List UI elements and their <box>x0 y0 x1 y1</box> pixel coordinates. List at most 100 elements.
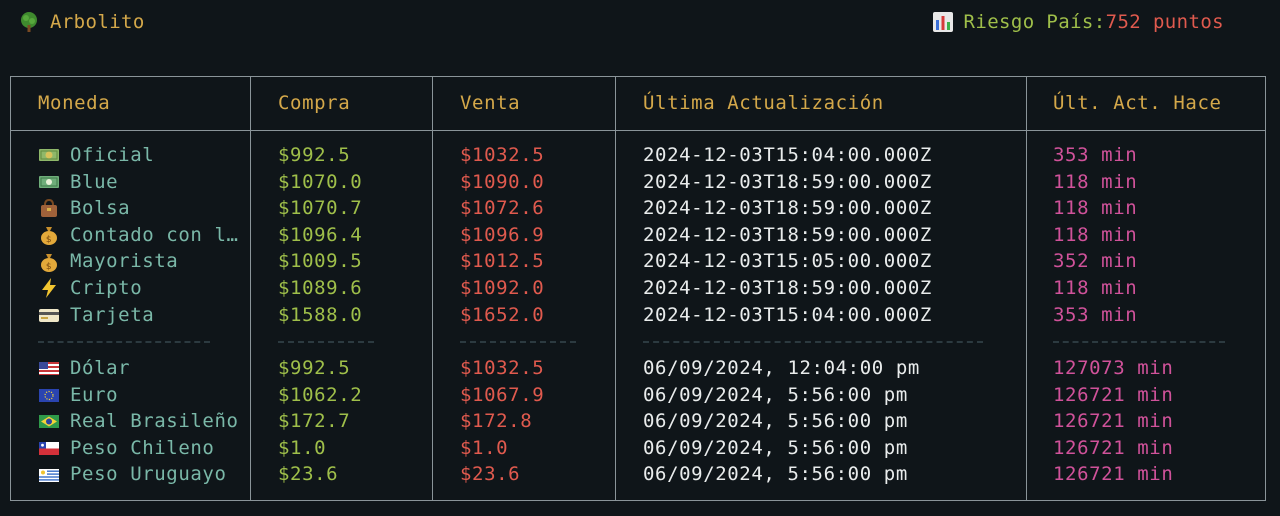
app-title-text: Arbolito <box>50 11 145 33</box>
buy-price: $1089.6 <box>278 277 363 299</box>
currency-name: Peso Chileno <box>70 436 215 459</box>
currency-name-cell: Blue <box>38 169 118 196</box>
last-updated: 2024-12-03T15:04:00.000Z <box>643 144 932 166</box>
currency-name: Dólar <box>70 357 131 379</box>
updated-ago: 126721 min <box>1053 410 1174 433</box>
last-updated: 2024-12-03T15:04:00.000Z <box>643 303 932 326</box>
section-separator <box>643 341 983 344</box>
money-bill-icon <box>38 144 60 166</box>
section-separator <box>1053 341 1225 344</box>
header-updated: Última Actualización <box>643 92 884 114</box>
currency-name-cell: Cripto <box>38 275 142 302</box>
last-updated: 2024-12-03T15:05:00.000Z <box>643 250 932 273</box>
currency-name-cell: Real Brasileño <box>38 408 239 435</box>
buy-price: $172.7 <box>278 410 351 433</box>
svg-text:$: $ <box>46 235 52 245</box>
table-row-peso-chileno: Peso Chileno $1.0 $1.0 06/09/2024, 5:56:00 … <box>11 435 1265 462</box>
header-buy: Compra <box>278 92 351 114</box>
app-title: Arbolito <box>18 9 145 36</box>
table-row-tarjeta: Tarjeta $1588.0 $1652.0 2024-12-03T15:04:00… <box>11 302 1265 329</box>
tree-icon <box>18 11 40 33</box>
sell-price: $1012.5 <box>460 250 545 273</box>
table-row-blue: Blue $1070.0 $1090.0 2024-12-03T18:59:00.00… <box>11 169 1265 196</box>
currency-name: Real Brasileño <box>70 410 239 433</box>
table-row-real-brasileno: Real Brasileño $172.7 $172.8 06/09/2024, 5:… <box>11 408 1265 435</box>
section-separator <box>460 341 576 344</box>
sell-price: $1092.0 <box>460 277 545 299</box>
section-separator <box>38 341 210 344</box>
header-divider <box>11 130 1265 131</box>
updated-ago: 126721 min <box>1053 436 1174 459</box>
currency-name: Blue <box>70 170 119 193</box>
updated-ago: 353 min <box>1053 303 1138 326</box>
sell-price: $1072.6 <box>460 197 545 220</box>
credit-card-icon <box>38 304 60 326</box>
last-updated: 06/09/2024, 5:56:00 pm <box>643 463 908 486</box>
table-row-contado-con-l: $ Contado con l… $1096.4 $1096.9 2024-12-03T… <box>11 222 1265 249</box>
flag-eu-icon <box>38 384 60 406</box>
sell-price: $172.8 <box>460 410 533 433</box>
currency-name: Contado con l… <box>70 223 239 246</box>
currency-name-cell: $ Mayorista <box>38 248 178 275</box>
currency-name-cell: Oficial <box>38 142 154 169</box>
money-bag-icon: $ <box>38 251 60 273</box>
flag-us-icon <box>38 357 60 379</box>
header-sell: Venta <box>460 92 521 114</box>
updated-ago: 118 min <box>1053 170 1138 193</box>
handbag-icon <box>38 197 60 219</box>
updated-ago: 118 min <box>1053 223 1138 246</box>
header-ago: Últ. Act. Hace <box>1053 92 1222 114</box>
currency-name-cell: Bolsa <box>38 195 130 222</box>
currency-name: Oficial <box>70 144 155 166</box>
table-row-bolsa: Bolsa $1070.7 $1072.6 2024-12-03T18:59:00.0… <box>11 195 1265 222</box>
buy-price: $1070.7 <box>278 197 363 220</box>
country-risk: Riesgo País: 752 puntos <box>932 9 1224 36</box>
updated-ago: 126721 min <box>1053 383 1174 406</box>
flag-br-icon <box>38 410 60 432</box>
section-separator <box>278 341 374 344</box>
currency-name: Bolsa <box>70 197 131 220</box>
svg-text:$: $ <box>46 262 52 272</box>
currency-name-cell: Peso Uruguayo <box>38 461 227 488</box>
last-updated: 06/09/2024, 12:04:00 pm <box>643 357 920 379</box>
last-updated: 2024-12-03T18:59:00.000Z <box>643 277 932 299</box>
currency-name-cell: Euro <box>38 382 118 409</box>
last-updated: 06/09/2024, 5:56:00 pm <box>643 383 908 406</box>
last-updated: 06/09/2024, 5:56:00 pm <box>643 436 908 459</box>
last-updated: 2024-12-03T18:59:00.000Z <box>643 197 932 220</box>
last-updated: 2024-12-03T18:59:00.000Z <box>643 223 932 246</box>
buy-price: $1062.2 <box>278 383 363 406</box>
flag-cl-icon <box>38 437 60 459</box>
currency-name: Tarjeta <box>70 303 155 326</box>
buy-price: $992.5 <box>278 357 351 379</box>
country-risk-label: Riesgo País: <box>963 11 1106 33</box>
last-updated: 2024-12-03T18:59:00.000Z <box>643 170 932 193</box>
sell-price: $1032.5 <box>460 144 545 166</box>
buy-price: $1.0 <box>278 436 327 459</box>
buy-price: $1588.0 <box>278 303 363 326</box>
currency-name-cell: $ Contado con l… <box>38 222 239 249</box>
currency-name: Euro <box>70 383 119 406</box>
lightning-icon <box>38 277 60 299</box>
currency-name-cell: Peso Chileno <box>38 435 214 462</box>
top-bar: Arbolito Riesgo País: 752 puntos <box>0 0 1280 46</box>
buy-price: $1096.4 <box>278 223 363 246</box>
updated-ago: 127073 min <box>1053 357 1174 379</box>
table-row-mayorista: $ Mayorista $1009.5 $1012.5 2024-12-03T15:05… <box>11 248 1265 275</box>
table-row-euro: Euro $1062.2 $1067.9 06/09/2024, 5:56:00 pm… <box>11 382 1265 409</box>
currency-name: Cripto <box>70 277 143 299</box>
sell-price: $1096.9 <box>460 223 545 246</box>
country-risk-value: 752 puntos <box>1105 11 1224 33</box>
exchange-rates-table: Moneda Compra Venta Última Actualización… <box>10 76 1266 501</box>
bar-chart-icon <box>932 11 954 33</box>
buy-price: $23.6 <box>278 463 339 486</box>
sell-price: $1090.0 <box>460 170 545 193</box>
currency-name: Mayorista <box>70 250 179 273</box>
updated-ago: 118 min <box>1053 277 1138 299</box>
updated-ago: 353 min <box>1053 144 1138 166</box>
table-row-cripto: Cripto $1089.6 $1092.0 2024-12-03T18:59:00.… <box>11 275 1265 302</box>
header-currency: Moneda <box>38 92 111 114</box>
table-row-dolar: Dólar $992.5 $1032.5 06/09/2024, 12:04:00 p… <box>11 355 1265 382</box>
sell-price: $1652.0 <box>460 303 545 326</box>
last-updated: 06/09/2024, 5:56:00 pm <box>643 410 908 433</box>
